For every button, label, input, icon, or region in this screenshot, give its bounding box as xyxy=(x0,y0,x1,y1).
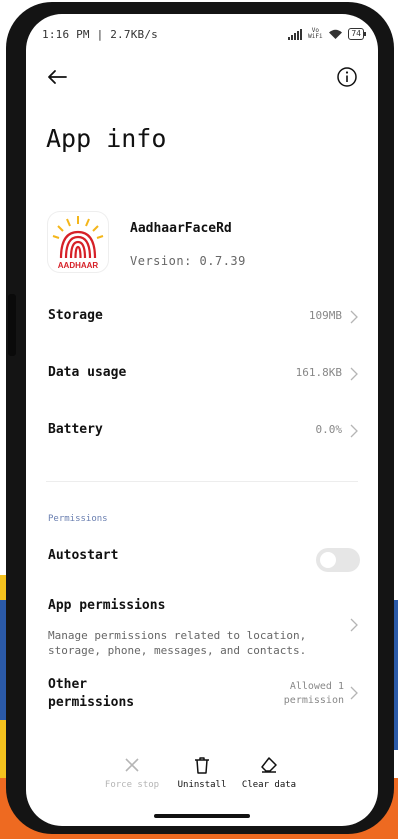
status-time: 1:16 PM | 2.7KB/s xyxy=(42,28,158,41)
storage-label: Storage xyxy=(48,308,103,323)
chevron-right-icon[interactable] xyxy=(350,686,358,700)
toggle-knob xyxy=(320,552,336,568)
wifi-icon xyxy=(329,29,343,39)
signal-icon xyxy=(288,28,303,40)
clear-data-button[interactable]: Clear data xyxy=(229,756,309,790)
bottom-action-bar: Force stop Uninstall Clear data xyxy=(26,756,378,806)
other-permissions-label[interactable]: Other permissions xyxy=(48,676,158,712)
trash-icon xyxy=(195,757,209,774)
status-icons: Vo WiFi 74 xyxy=(288,27,366,40)
storage-value: 109MB xyxy=(308,309,342,322)
chevron-right-icon xyxy=(350,618,358,632)
app-info-screen: 1:16 PM | 2.7KB/s Vo WiFi 74 App info AA… xyxy=(26,14,378,826)
back-arrow-icon[interactable] xyxy=(44,64,70,90)
divider xyxy=(46,481,358,482)
force-stop-label: Force stop xyxy=(104,780,160,790)
status-bar: 1:16 PM | 2.7KB/s Vo WiFi 74 xyxy=(42,27,366,46)
page-title: App info xyxy=(46,124,167,153)
chevron-right-icon xyxy=(350,424,358,438)
eraser-icon xyxy=(261,757,277,773)
close-icon xyxy=(125,758,139,772)
svg-text:AADHAAR: AADHAAR xyxy=(58,261,99,270)
chevron-right-icon xyxy=(350,367,358,381)
app-permissions-description: Manage permissions related to location, … xyxy=(48,629,307,657)
other-permissions-value: Allowed 1 permission xyxy=(283,681,344,706)
home-indicator[interactable] xyxy=(154,814,250,818)
battery-value: 0.0% xyxy=(315,423,343,436)
data-usage-value: 161.8KB xyxy=(295,366,342,379)
permissions-section-label: Permissions xyxy=(48,514,108,524)
chevron-right-icon xyxy=(350,310,358,324)
info-icon[interactable] xyxy=(336,66,358,88)
aadhaar-logo-icon: AADHAAR xyxy=(52,216,104,270)
app-permissions-label: App permissions xyxy=(48,598,166,613)
force-stop-button[interactable]: Force stop xyxy=(92,756,172,790)
storage-row[interactable]: Storage 109MB xyxy=(46,300,358,336)
battery-row[interactable]: Battery 0.0% xyxy=(46,414,358,450)
clear-data-label: Clear data xyxy=(241,780,297,790)
autostart-label: Autostart xyxy=(48,548,119,563)
battery-label: Battery xyxy=(48,422,103,437)
vowifi-label: Vo WiFi xyxy=(308,27,323,40)
battery-icon: 74 xyxy=(348,28,366,40)
autostart-toggle[interactable] xyxy=(316,548,360,572)
autostart-row[interactable]: Autostart xyxy=(46,540,358,576)
top-bar xyxy=(26,64,378,92)
data-usage-row[interactable]: Data usage 161.8KB xyxy=(46,357,358,393)
app-icon: AADHAAR xyxy=(48,212,108,272)
app-permissions-row[interactable]: App permissions xyxy=(46,590,358,632)
phone-side-button xyxy=(8,294,16,356)
data-usage-label: Data usage xyxy=(48,365,127,380)
app-version: Version: 0.7.39 xyxy=(130,254,246,268)
phone-frame: 1:16 PM | 2.7KB/s Vo WiFi 74 App info AA… xyxy=(6,2,394,834)
app-name: AadhaarFaceRd xyxy=(130,221,232,236)
